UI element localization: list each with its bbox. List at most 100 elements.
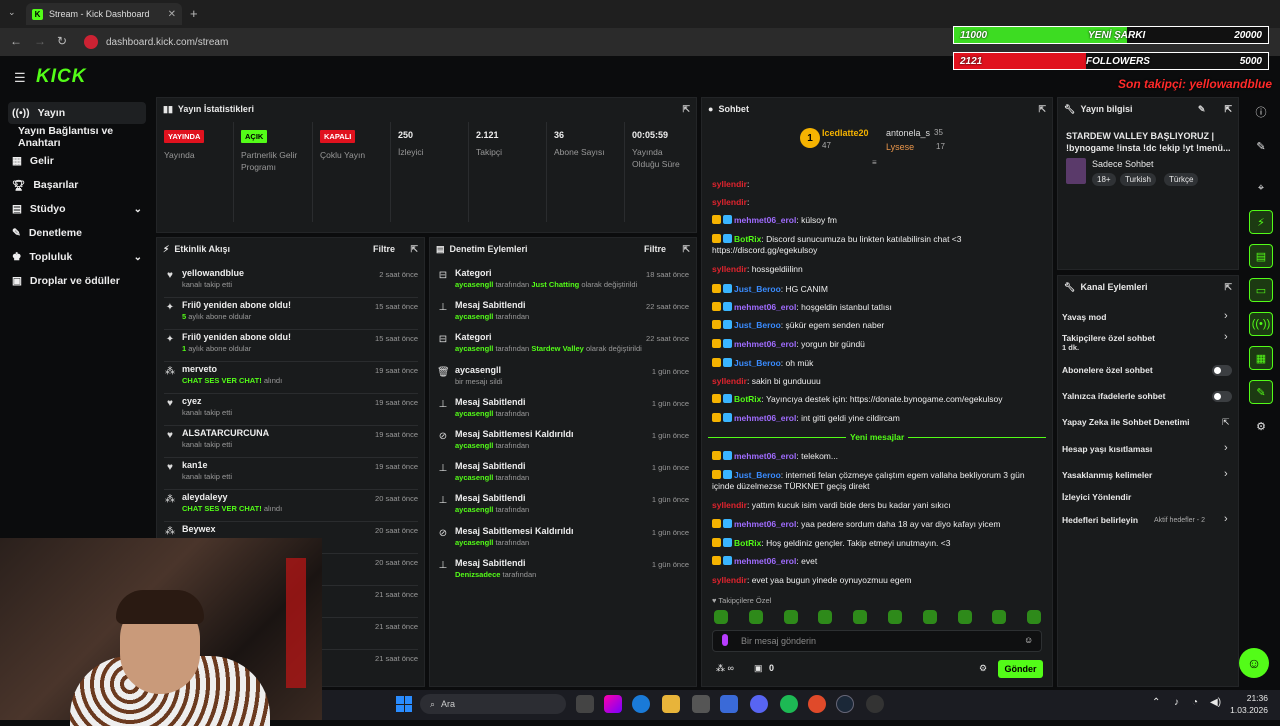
wifi-icon[interactable]: ◔ [1192, 697, 1198, 708]
clock-time[interactable]: 21:36 [1234, 693, 1268, 703]
chat-message[interactable]: syllendir: hossgeldiilinn [712, 264, 1044, 275]
activity-row[interactable]: ✦ Frii0 yeniden abone oldu! 5 aylık abone … [164, 300, 418, 332]
chat-message[interactable]: mehmet06_erol: külsoy fm [712, 215, 1044, 226]
activity-row[interactable]: ✦ Frii0 yeniden abone oldu! 1 aylık abone … [164, 332, 418, 364]
chat-username[interactable]: mehmet06_erol [734, 302, 796, 312]
activity-row[interactable]: ♥ cyez kanalı takip etti 19 saat önce [164, 396, 418, 428]
taskbar-search[interactable]: ⌕ Ara [420, 694, 566, 714]
back-icon[interactable]: ← [10, 34, 22, 48]
clock-date[interactable]: 1.03.2026 [1222, 705, 1268, 715]
quick-action-chat-icon[interactable]: ▭ [1249, 278, 1273, 302]
chat-username[interactable]: mehmet06_erol [734, 215, 796, 225]
quick-action-lightning-icon[interactable]: ⚡︎ [1249, 210, 1273, 234]
moderation-row[interactable]: ⊘ Mesaj Sabitlemesi Kaldırıldı aycasengll … [437, 526, 689, 558]
filter-button[interactable]: Filtre [644, 244, 666, 254]
chat-username[interactable]: Just_Beroo [734, 320, 781, 330]
toggle-switch[interactable] [1212, 365, 1232, 376]
chat-message[interactable]: Just_Beroo: şükür egem senden naber [712, 320, 1044, 331]
tag-pill[interactable]: Türkçe [1164, 173, 1199, 186]
emote-icon[interactable] [922, 610, 937, 624]
channel-action-label[interactable]: Abonelere özel sohbet [1062, 365, 1153, 375]
moderation-row[interactable]: ⊟ Kategori aycasengll tarafından Stardew V… [437, 332, 689, 364]
chat-message[interactable]: mehmet06_erol: yorgun bir gündü [712, 339, 1044, 350]
activity-row[interactable]: ⁂ aleydaleyy CHAT SES VER CHAT! alındı 20 s… [164, 492, 418, 524]
channel-action-label[interactable]: Yavaş mod [1062, 312, 1106, 322]
focus-icon[interactable]: ⌖ [1249, 176, 1273, 200]
chat-username[interactable]: Just_Beroo [734, 358, 781, 368]
popout-icon[interactable]: ⇱ [410, 244, 418, 255]
emote-icon[interactable] [748, 610, 763, 624]
kick-logo[interactable]: KICK [36, 66, 86, 88]
edge-icon[interactable] [632, 695, 650, 713]
chevron-right-icon[interactable]: › [1224, 442, 1228, 454]
emote-icon[interactable] [992, 610, 1007, 624]
spotify-icon[interactable] [780, 695, 798, 713]
volume-icon[interactable]: ◀) [1210, 697, 1221, 708]
activity-row[interactable]: ⁂ merveto CHAT SES VER CHAT! alındı 19 saat… [164, 364, 418, 396]
moderation-row[interactable]: ⊥ Mesaj Sabitlendi Denizsadece tarafından 1… [437, 558, 689, 590]
chat-message[interactable]: mehmet06_erol: hoşgeldin istanbul tatlıs… [712, 302, 1044, 313]
filter-button[interactable]: Filtre [373, 244, 395, 254]
chevron-right-icon[interactable]: › [1224, 331, 1228, 343]
channel-action-label[interactable]: Hesap yaşı kısıtlaması [1062, 444, 1152, 454]
moderation-row[interactable]: ⊥ Mesaj Sabitlendi aycasengll tarafından 1 … [437, 397, 689, 429]
emote-icon[interactable] [1027, 610, 1042, 624]
chat-message[interactable]: Just_Beroo: interneti felan çözmeye çalı… [712, 470, 1044, 492]
emote-icon[interactable] [853, 610, 868, 624]
quick-action-wrench-icon[interactable]: ✎ [1249, 380, 1273, 404]
mail-icon[interactable] [720, 695, 738, 713]
copilot-icon[interactable] [604, 695, 622, 713]
close-tab-icon[interactable]: ✕ [168, 9, 176, 20]
store-icon[interactable] [692, 695, 710, 713]
gift-icon[interactable]: ▣ [754, 663, 763, 674]
settings-icon[interactable]: ⚙︎ [979, 663, 987, 674]
mic-tray-icon[interactable]: ♪ [1174, 697, 1179, 708]
popout-icon[interactable]: ⇱ [1224, 104, 1232, 115]
emote-icon[interactable] [957, 610, 972, 624]
emote-icon[interactable] [783, 610, 798, 624]
chat-message[interactable]: syllendir: yattım kucuk isim vardi bide … [712, 500, 1044, 511]
moderation-row[interactable]: ⊥ Mesaj Sabitlendi aycasengll tarafından 1 … [437, 461, 689, 493]
chat-username[interactable]: syllendir [712, 376, 747, 386]
sidebar-item-droplar[interactable]: ▣ Droplar ve ödüller [8, 270, 146, 292]
popout-icon[interactable]: ⇱ [682, 244, 690, 255]
moderation-row[interactable]: ⊥ Mesaj Sabitlendi aycasengll tarafından 22… [437, 300, 689, 332]
sidebar-item-yayin[interactable]: ((•)) Yayın [8, 102, 146, 124]
moderation-row[interactable]: ⊥ Mesaj Sabitlendi aycasengll tarafından 1 … [437, 493, 689, 525]
new-tab-icon[interactable]: + [190, 6, 198, 21]
menu-icon[interactable]: ☰ [14, 70, 26, 86]
sidebar-item-basarilar[interactable]: 🏆︎ Başarılar [8, 174, 146, 196]
chat-message[interactable]: syllendir: sakin bi gunduuuu [712, 376, 1044, 387]
url-field[interactable]: dashboard.kick.com/stream [80, 32, 950, 52]
start-icon[interactable] [396, 696, 412, 712]
moderation-row[interactable]: ⊟ Kategori aycasengll tarafından Just Chat… [437, 268, 689, 300]
chat-message[interactable]: BotRix: Yayıncıya destek için: https://d… [712, 394, 1044, 405]
sidebar-item-stream-key[interactable]: Yayın Bağlantısı ve Anahtarı [14, 125, 154, 149]
channel-action-label[interactable]: İzleyici Yönlendir [1062, 492, 1131, 502]
sidebar-item-studyo[interactable]: ▤ Stüdyo ⌄ [8, 198, 146, 220]
sidebar-item-denetleme[interactable]: ✎ Denetleme [8, 222, 146, 244]
quick-action-notes-icon[interactable]: ▤ [1249, 244, 1273, 268]
chat-username[interactable]: mehmet06_erol [734, 519, 796, 529]
category-name[interactable]: Sadece Sohbet [1092, 159, 1154, 169]
steam-icon[interactable] [836, 695, 854, 713]
quick-action-store-icon[interactable]: ▦ [1249, 346, 1273, 370]
chat-message[interactable]: Just_Beroo: oh mük [712, 358, 1044, 369]
popout-icon[interactable]: ⇱ [682, 104, 690, 115]
emote-icon[interactable] [818, 610, 833, 624]
obs-icon[interactable] [866, 695, 884, 713]
chat-message[interactable]: syllendir: [712, 179, 1044, 190]
activity-row[interactable]: ♥ ALSATARCURCUNA kanalı takip etti 19 saat … [164, 428, 418, 460]
channel-action-label[interactable]: Yapay Zeka ile Sohbet Denetimi [1062, 417, 1190, 427]
popout-icon[interactable]: ⇱ [1224, 282, 1232, 293]
chrome-icon[interactable] [808, 695, 826, 713]
quick-action-broadcast-icon[interactable]: ((•)) [1249, 312, 1273, 336]
chat-username[interactable]: BotRix [734, 394, 761, 404]
edit-icon[interactable]: ✎ [1249, 134, 1273, 158]
tray-chevron-icon[interactable]: ⌃ [1152, 697, 1160, 708]
chat-username[interactable]: mehmet06_erol [734, 413, 796, 423]
chat-message[interactable]: mehmet06_erol: yaa pedere sordum daha 18… [712, 519, 1044, 530]
chat-message[interactable]: BotRix: Discord sunucumuza bu linkten ka… [712, 234, 1044, 256]
tag-pill[interactable]: 18+ [1092, 173, 1116, 186]
tag-pill[interactable]: Turkish [1120, 173, 1156, 186]
